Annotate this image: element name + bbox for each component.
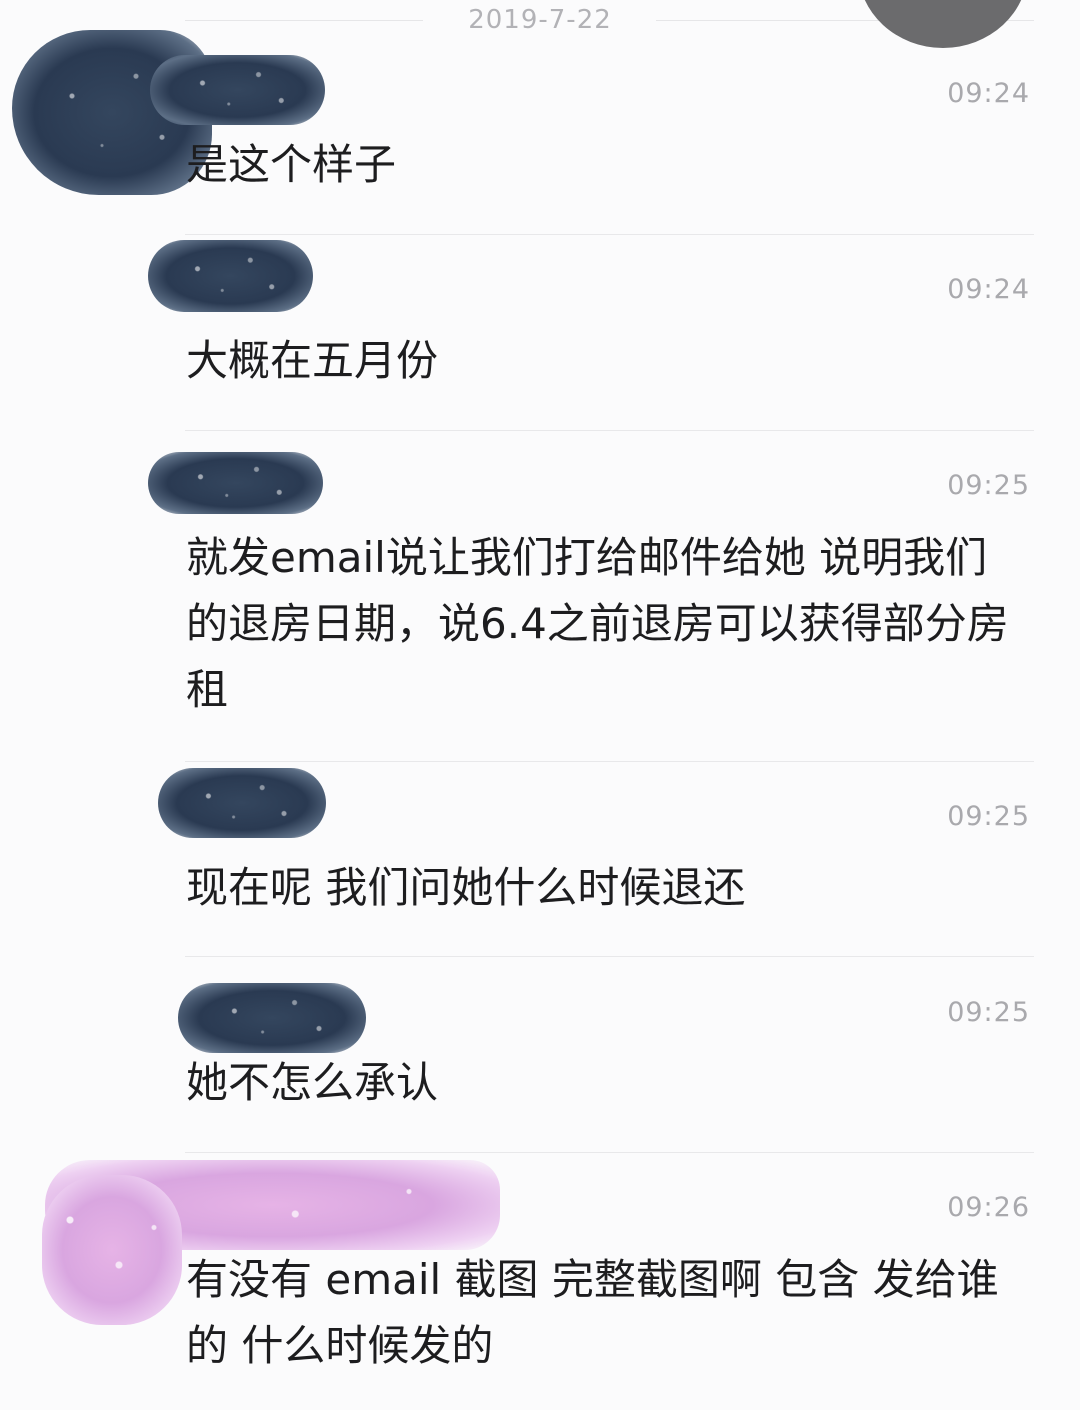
message-timestamp: 09:24 bbox=[947, 78, 1030, 109]
message-divider bbox=[185, 234, 1034, 235]
message-timestamp: 09:25 bbox=[947, 801, 1030, 832]
message-timestamp: 09:26 bbox=[947, 1192, 1030, 1223]
date-label: 2019-7-22 bbox=[468, 5, 612, 35]
message-timestamp: 09:24 bbox=[947, 274, 1030, 305]
message-timestamp: 09:25 bbox=[947, 997, 1030, 1028]
message-text: 是这个样子 bbox=[186, 140, 397, 189]
redacted-avatar[interactable] bbox=[42, 1175, 182, 1325]
redacted-sender-name bbox=[150, 55, 325, 125]
redacted-sender-name bbox=[148, 452, 323, 514]
message-text: 大概在五月份 bbox=[186, 336, 439, 385]
message-text: 就发email说让我们打给邮件给她 说明我们的退房日期，说6.4之前退房可以获得… bbox=[186, 533, 1009, 714]
message-timestamp: 09:25 bbox=[947, 470, 1030, 501]
message-text: 有没有 email 截图 完整截图啊 包含 发给谁的 什么时候发的 bbox=[186, 1255, 999, 1370]
redacted-sender-name bbox=[148, 240, 313, 312]
message-divider bbox=[185, 430, 1034, 431]
message-text: 她不怎么承认 bbox=[186, 1058, 439, 1107]
redacted-sender-name bbox=[178, 983, 366, 1053]
message-text: 现在呢 我们问她什么时候退还 bbox=[186, 863, 746, 912]
date-divider-left bbox=[185, 20, 423, 21]
message-divider bbox=[185, 761, 1034, 762]
message-divider bbox=[185, 1152, 1034, 1153]
redacted-sender-name bbox=[158, 768, 326, 838]
message-divider bbox=[185, 956, 1034, 957]
